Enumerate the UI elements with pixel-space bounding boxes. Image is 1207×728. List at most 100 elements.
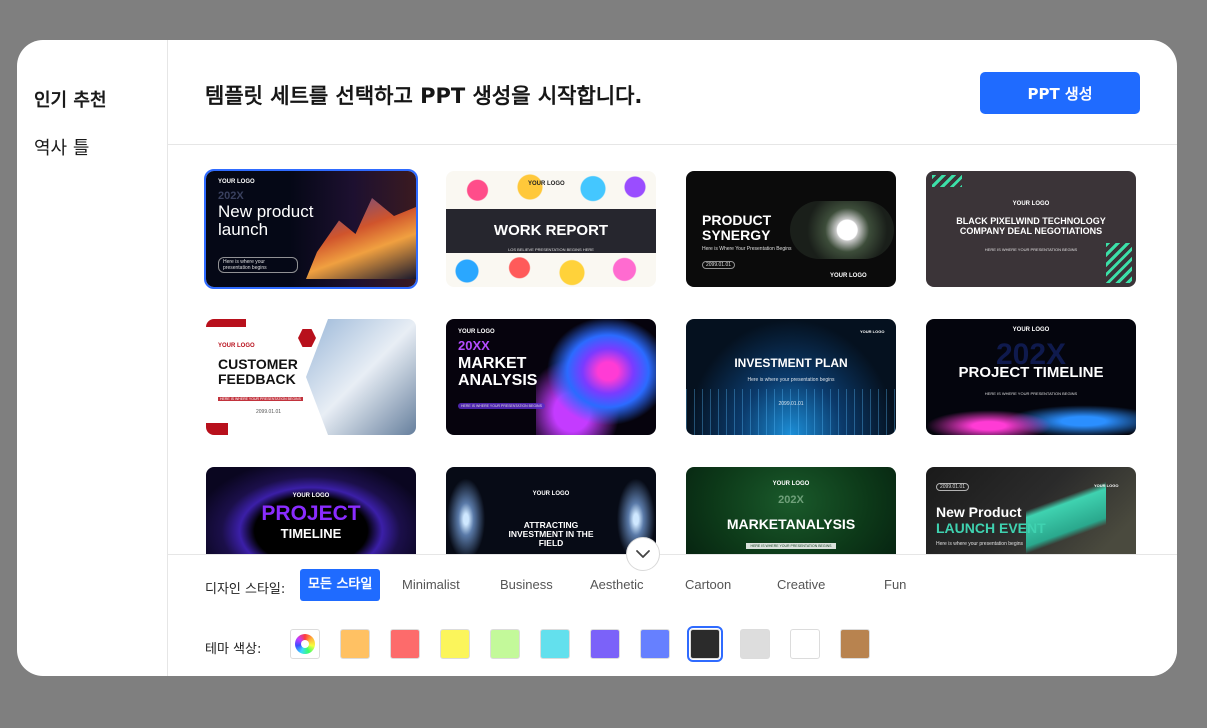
card-title: CUSTOMER FEEDBACK: [218, 356, 298, 388]
card-note: HERE IS WHERE YOUR PRESENTATION BEGINS: [218, 397, 303, 401]
flower-image: [790, 201, 894, 259]
color-swatch[interactable]: [740, 629, 770, 659]
card-logo: YOUR LOGO: [532, 491, 570, 497]
card-note: HERE IS WHERE YOUR PRESENTATION BEGINS: [458, 403, 545, 409]
paint-splash-bottom: [446, 255, 656, 287]
card-logo: YOUR LOGO: [218, 343, 255, 349]
template-card-marketanalysis-green[interactable]: YOUR LOGO 202X MARKETANALYSIS HERE IS WH…: [686, 467, 896, 554]
design-style-label: 디자인 스타일:: [205, 582, 286, 597]
style-tab-aesthetic[interactable]: Aesthetic: [582, 569, 651, 601]
main-panel: 템플릿 세트를 선택하고 PPT 생성을 시작합니다. PPT 생성 YOUR …: [168, 40, 1177, 676]
card-date: 2099.01.01: [702, 261, 736, 269]
template-card-attracting-investment[interactable]: YOUR LOGO ATTRACTING INVESTMENT IN THE F…: [446, 467, 656, 554]
card-logo: YOUR LOGO: [292, 493, 330, 499]
swirl-graphic: [536, 319, 656, 435]
color-swatch[interactable]: [540, 629, 570, 659]
card-note: Here is where your presentation begins: [218, 257, 298, 273]
card-logo: YOUR LOGO: [218, 179, 255, 185]
template-card-investment-plan[interactable]: YOUR LOGO INVESTMENT PLAN Here is where …: [686, 319, 896, 435]
card-title: New product launch: [218, 202, 314, 240]
color-swatch[interactable]: [390, 629, 420, 659]
sidebar: 인기 추천 역사 틀: [17, 40, 168, 676]
card-date: 2099.01.01: [936, 483, 970, 491]
color-swatch[interactable]: [590, 629, 620, 659]
theme-color-label: 테마 색상:: [205, 642, 262, 657]
fractal-left: [446, 467, 496, 554]
style-tab-all[interactable]: 모든 스타일: [300, 569, 381, 601]
color-swatch[interactable]: [340, 629, 370, 659]
card-logo: YOUR LOGO: [772, 481, 810, 487]
color-wheel-center: [301, 640, 309, 648]
card-title: PRODUCT SYNERGY: [702, 212, 772, 244]
template-card-work-report[interactable]: YOUR LOGO WORK REPORT LOS BELIEVE PRESEN…: [446, 171, 656, 287]
card-year: 20XX: [458, 338, 490, 353]
template-card-customer-feedback[interactable]: YOUR LOGO CUSTOMER FEEDBACK HERE IS WHER…: [206, 319, 416, 435]
card-title: MARKET ANALYSIS: [458, 355, 538, 390]
scroll-down-button[interactable]: [626, 537, 660, 571]
template-card-new-product-launch[interactable]: YOUR LOGO 202X New product launch Here i…: [204, 169, 418, 289]
style-tab-business[interactable]: Business: [492, 569, 561, 601]
card-title: ATTRACTING INVESTMENT IN THE FIELD: [508, 520, 594, 549]
hexagon-icon: [298, 329, 316, 347]
template-card-project-timeline-purple[interactable]: YOUR LOGO PROJECT TIMELINE: [206, 467, 416, 554]
template-card-new-product-launch-event[interactable]: 2099.01.01 YOUR LOGO New Product LAUNCH …: [926, 467, 1136, 554]
sidebar-item-history[interactable]: 역사 틀: [34, 134, 89, 160]
generate-ppt-button[interactable]: PPT 생성: [980, 72, 1140, 114]
red-accent: [206, 423, 228, 435]
red-accent: [206, 319, 246, 327]
card-title: INVESTMENT PLAN: [734, 356, 848, 370]
color-swatch[interactable]: [640, 629, 670, 659]
paint-splash-top: [446, 171, 656, 203]
pixel-decor: [932, 175, 962, 187]
template-grid: YOUR LOGO 202X New product launch Here i…: [168, 146, 1177, 554]
template-modal: 인기 추천 역사 틀 템플릿 세트를 선택하고 PPT 생성을 시작합니다. P…: [17, 40, 1177, 676]
color-swatch[interactable]: [687, 626, 723, 662]
card-year: 202X: [778, 494, 804, 506]
card-note: Here is where your presentation begins: [936, 541, 1023, 547]
template-card-market-analysis[interactable]: YOUR LOGO 20XX MARKET ANALYSIS HERE IS W…: [446, 319, 656, 435]
card-note: HERE IS WHERE YOUR PRESENTATION BEGINS: [984, 391, 1078, 396]
color-swatch[interactable]: [490, 629, 520, 659]
template-card-project-timeline[interactable]: YOUR LOGO 202X PROJECT TIMELINE HERE IS …: [926, 319, 1136, 435]
page-title: 템플릿 세트를 선택하고 PPT 생성을 시작합니다.: [205, 84, 643, 108]
style-tab-minimalist[interactable]: Minimalist: [394, 569, 468, 601]
card-title: New Product: [936, 504, 1022, 520]
color-wheel-icon: [295, 634, 315, 654]
card-subtitle: LAUNCH EVENT: [936, 520, 1046, 536]
card-note: LOS BELIEVE PRESENTATION BEGINS HERE: [508, 247, 594, 252]
card-title: WORK REPORT: [493, 222, 609, 239]
card-title: MARKETANALYSIS: [726, 516, 856, 532]
color-wheel-swatch[interactable]: [290, 629, 320, 659]
card-logo: YOUR LOGO: [458, 329, 495, 335]
card-logo: YOUR LOGO: [830, 273, 867, 279]
card-title: PROJECT: [261, 502, 361, 525]
card-logo: YOUR LOGO: [1012, 327, 1050, 333]
header: 템플릿 세트를 선택하고 PPT 생성을 시작합니다. PPT 생성: [168, 40, 1177, 145]
card-logo: YOUR LOGO: [860, 329, 885, 334]
card-logo: YOUR LOGO: [528, 181, 565, 187]
template-card-black-pixelwind[interactable]: YOUR LOGO BLACK PIXELWIND TECHNOLOGY COM…: [926, 171, 1136, 287]
template-card-product-synergy[interactable]: PRODUCT SYNERGY Here is Where Your Prese…: [686, 171, 896, 287]
style-tab-creative[interactable]: Creative: [769, 569, 833, 601]
card-note: Here is Where Your Presentation Begins: [702, 246, 792, 252]
card-logo: YOUR LOGO: [1012, 201, 1050, 207]
card-note: HERE IS WHERE YOUR PRESENTATION BEGINS: [984, 247, 1078, 252]
card-title: PROJECT TIMELINE: [958, 364, 1104, 381]
color-swatch[interactable]: [790, 629, 820, 659]
color-swatch[interactable]: [840, 629, 870, 659]
filter-panel: 디자인 스타일: 모든 스타일 Minimalist Business Aest…: [168, 554, 1177, 676]
card-title: BLACK PIXELWIND TECHNOLOGY COMPANY DEAL …: [956, 216, 1106, 236]
style-tab-fun[interactable]: Fun: [876, 569, 914, 601]
card-note: HERE IS WHERE YOUR PRESENTATION BEGINS: [746, 543, 836, 549]
card-date: 2099.01.01: [256, 409, 282, 415]
card-note: Here is where your presentation begins: [747, 377, 835, 383]
light-grid: [686, 389, 896, 435]
color-swatch[interactable]: [440, 629, 470, 659]
card-date: 2099.01.01: [778, 401, 804, 407]
style-tab-cartoon[interactable]: Cartoon: [677, 569, 739, 601]
card-logo: YOUR LOGO: [1094, 483, 1119, 488]
business-photo: [306, 319, 416, 435]
sidebar-item-popular[interactable]: 인기 추천: [34, 86, 107, 112]
card-subtitle: TIMELINE: [280, 526, 342, 541]
ribbon-graphic: [1026, 467, 1106, 554]
